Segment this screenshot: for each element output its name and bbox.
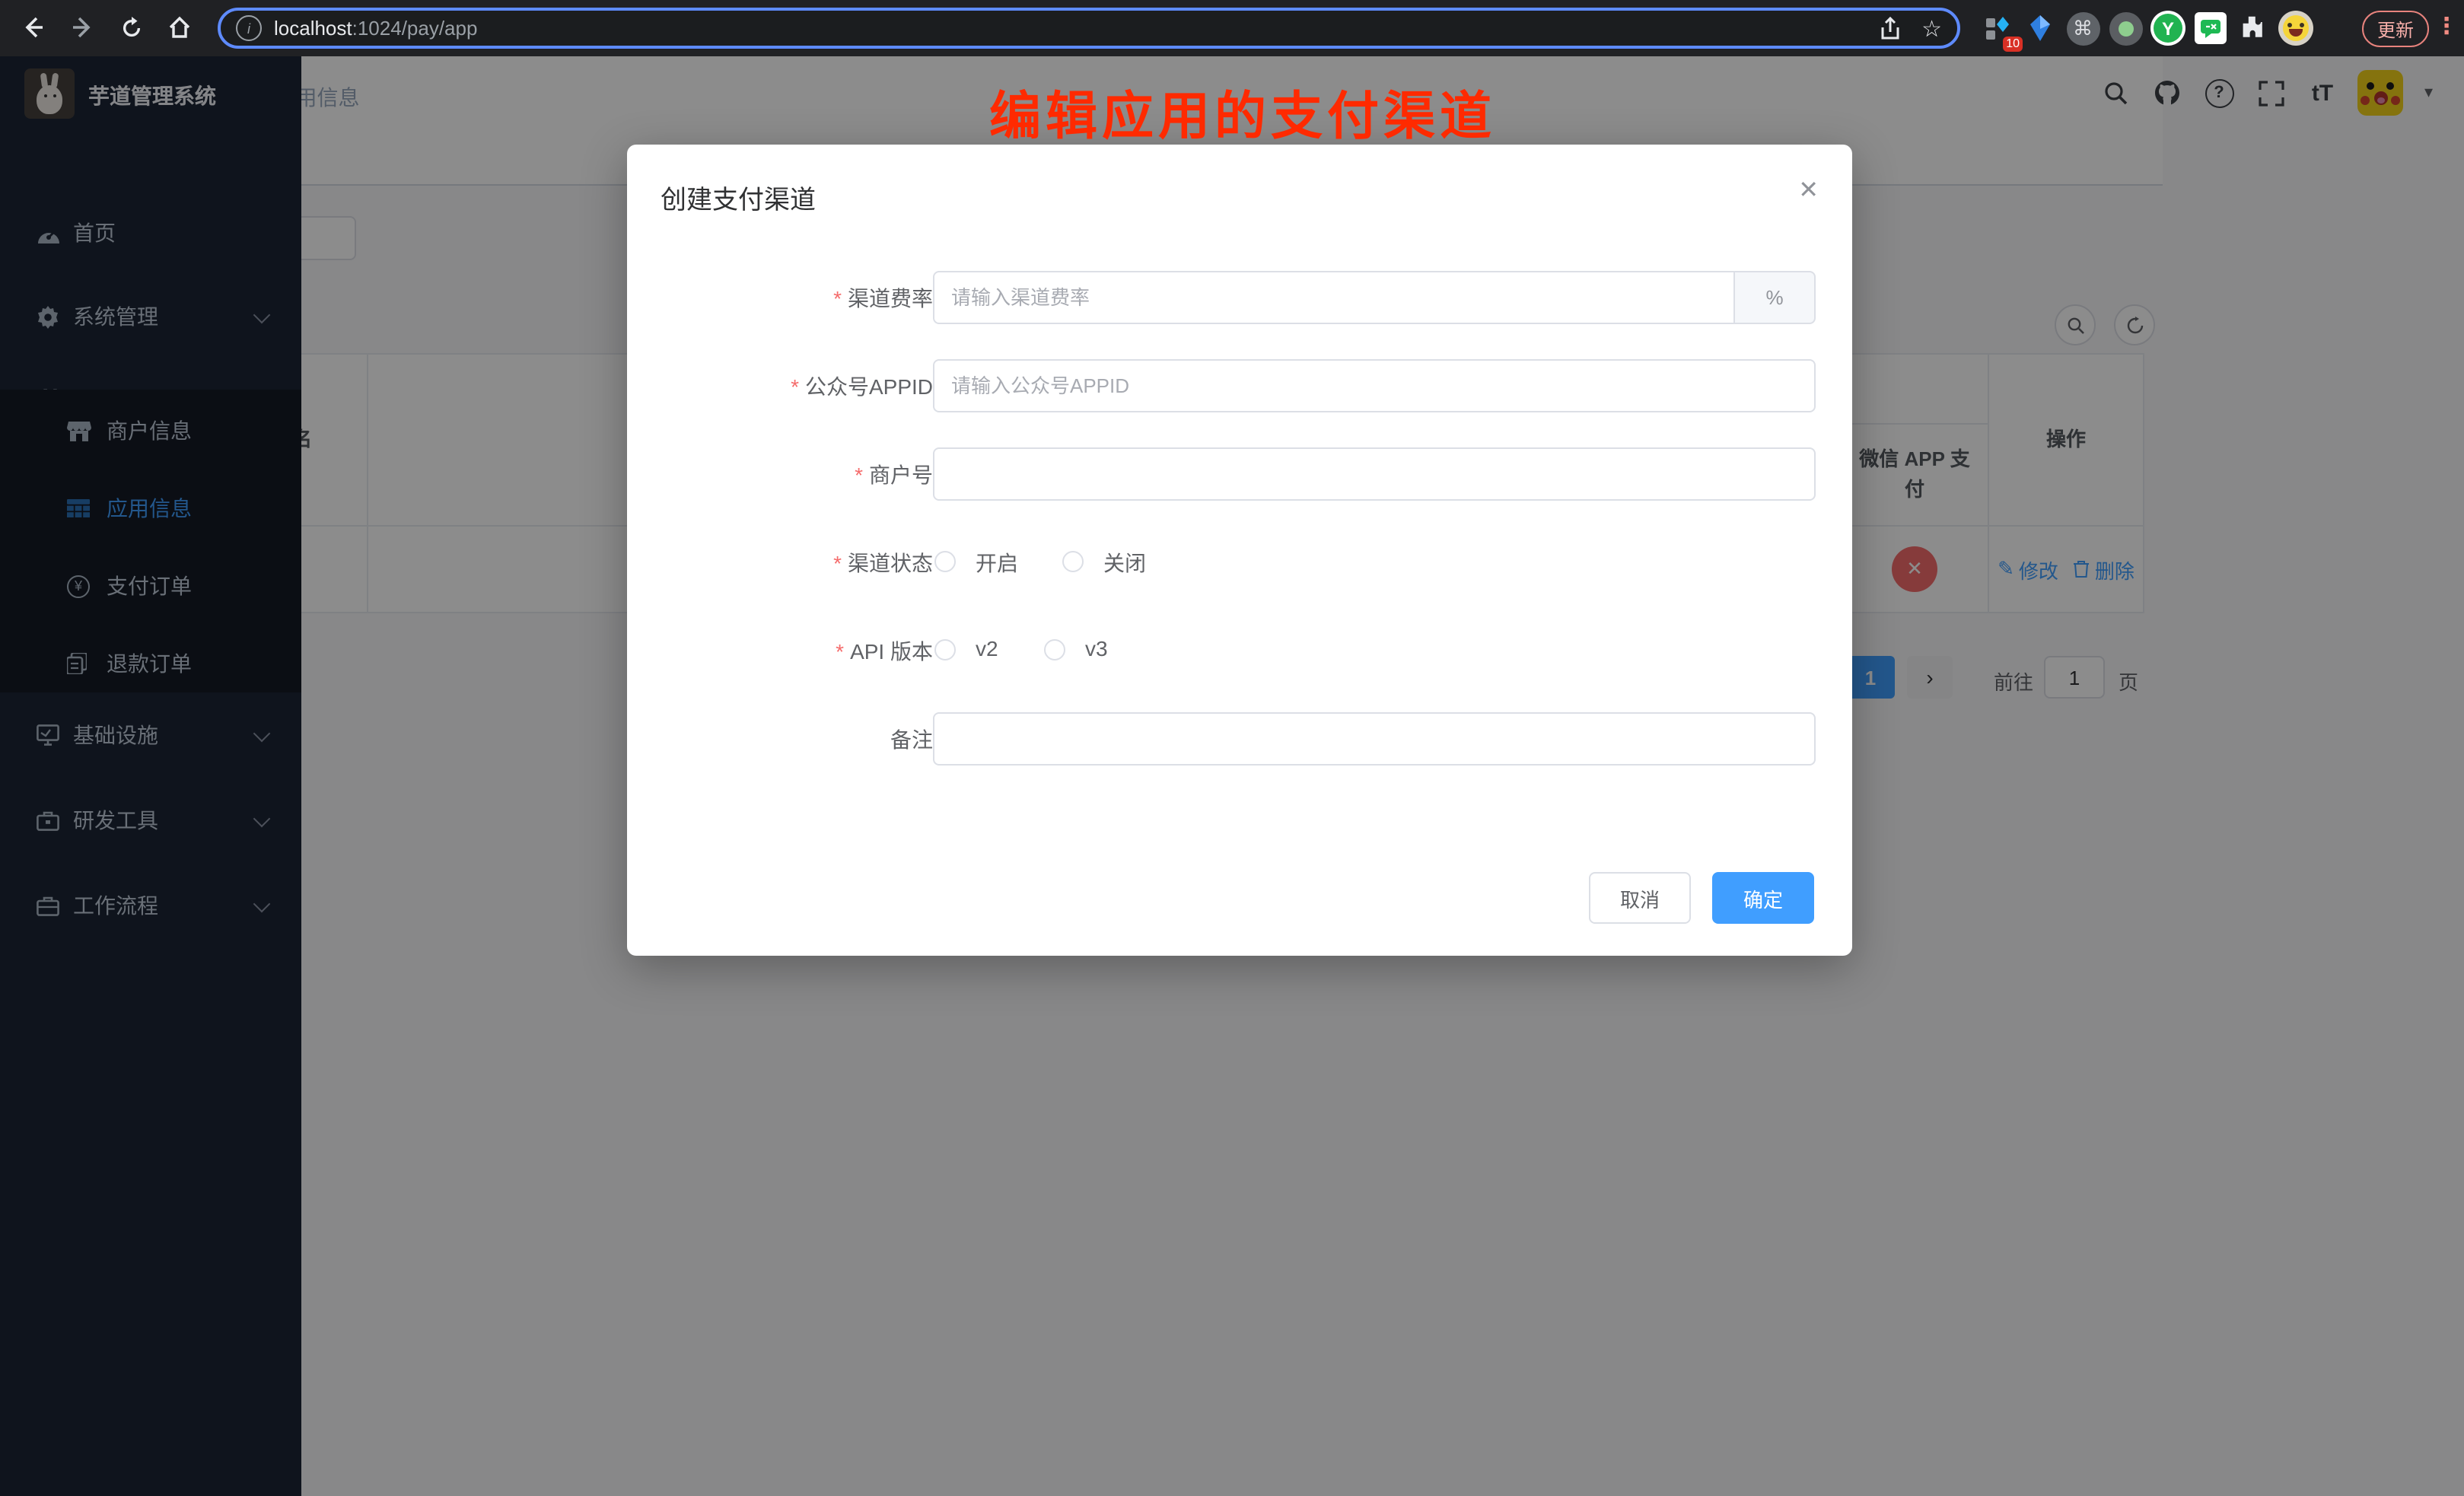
required-asterisk: * [836,638,844,663]
cancel-button[interactable]: 取消 [1589,872,1691,924]
url-host: localhost [274,17,352,40]
address-bar[interactable]: i localhost :1024/pay/app ☆ [218,8,1960,49]
extension-chat-icon[interactable] [2192,9,2230,47]
required-asterisk: * [833,285,842,310]
url-path: :1024/pay/app [352,17,478,40]
status-close-radio[interactable] [1062,551,1084,572]
site-info-icon[interactable]: i [236,15,262,41]
create-pay-channel-dialog: 创建支付渠道 ✕ *渠道费率 % *公众号APPID *商户号 *渠道状态 开启… [627,145,1852,956]
form-row-appid: *公众号APPID [627,359,1852,412]
extensions-puzzle-icon[interactable] [2234,9,2272,47]
api-v2-radio[interactable] [934,639,956,660]
browser-back-icon[interactable] [15,9,52,46]
form-row-api-version: *API 版本 v2 v3 [627,624,1852,677]
browser-forward-icon[interactable] [64,9,100,46]
browser-menu-icon[interactable]: ⋮ [2435,12,2458,40]
status-open-label[interactable]: 开启 [976,548,1018,578]
extension-y-icon[interactable]: Y [2149,9,2187,47]
field-label: 公众号APPID [805,371,933,401]
field-label: 商户号 [869,459,933,489]
percent-suffix: % [1735,271,1816,324]
extension-record-icon[interactable] [2106,9,2144,47]
form-row-remark: 备注 [627,712,1852,766]
api-v2-label[interactable]: v2 [976,636,998,660]
field-label: 备注 [890,724,933,754]
profile-avatar-icon[interactable] [2277,9,2315,47]
extension-blocks-icon[interactable]: 10 [1979,9,2017,47]
field-label: 渠道状态 [848,547,933,578]
form-row-rate: *渠道费率 % [627,271,1852,324]
required-asterisk: * [833,550,842,575]
dialog-close-icon[interactable]: ✕ [1798,175,1819,205]
extension-command-icon[interactable]: ⌘ [2064,9,2102,47]
remark-input[interactable] [933,712,1816,766]
browser-toolbar: i localhost :1024/pay/app ☆ 10 ⌘ Y [0,0,2464,56]
field-label: API 版本 [850,635,933,666]
status-close-label[interactable]: 关闭 [1103,548,1146,578]
merchant-id-input[interactable] [933,447,1816,501]
extension-balloon-icon[interactable] [2021,9,2059,47]
api-v3-label[interactable]: v3 [1085,636,1108,660]
browser-home-icon[interactable] [161,9,198,46]
required-asterisk: * [855,462,863,486]
form-row-merchant: *商户号 [627,447,1852,501]
confirm-button[interactable]: 确定 [1712,872,1814,924]
required-asterisk: * [791,374,799,398]
form-row-status: *渠道状态 开启 关闭 [627,536,1852,589]
dialog-title: 创建支付渠道 [661,178,816,216]
extension-badge: 10 [2003,37,2023,52]
channel-rate-input[interactable] [933,271,1735,324]
browser-update-button[interactable]: 更新 [2362,11,2429,47]
browser-reload-icon[interactable] [113,9,149,46]
field-label: 渠道费率 [848,282,933,313]
share-icon[interactable] [1879,16,1900,40]
bookmark-star-icon[interactable]: ☆ [1921,14,1942,42]
annotation-text: 编辑应用的支付渠道 [989,75,1537,149]
status-open-radio[interactable] [934,551,956,572]
api-v3-radio[interactable] [1044,639,1065,660]
official-account-appid-input[interactable] [933,359,1816,412]
screen: i localhost :1024/pay/app ☆ 10 ⌘ Y [0,0,2464,1496]
